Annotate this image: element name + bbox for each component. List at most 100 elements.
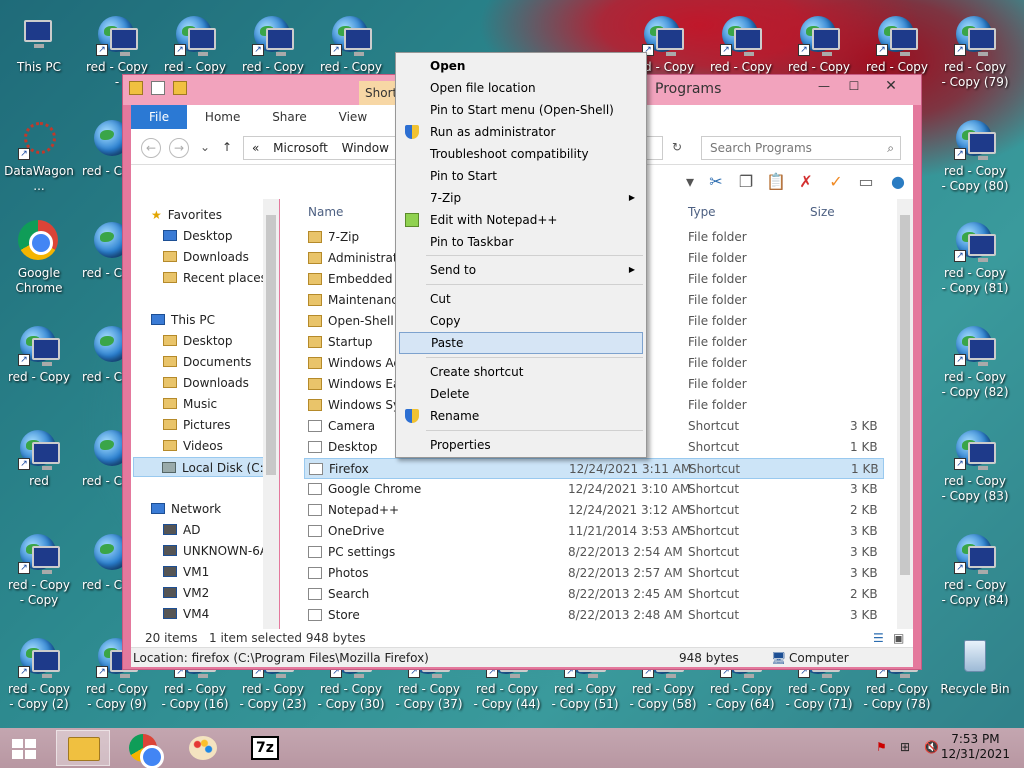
file-row[interactable]: Notepad++ 12/24/2021 3:12 AM Shortcut 2 KB (304, 500, 884, 521)
menu-edit-notepadpp[interactable]: Edit with Notepad++ (399, 209, 643, 231)
menu-run-as-admin[interactable]: Run as administrator (399, 121, 643, 143)
nav-downloads[interactable]: Downloads (163, 247, 249, 267)
paste-icon[interactable]: 📋 (765, 171, 787, 193)
tab-home[interactable]: Home (191, 105, 254, 129)
file-row[interactable]: PC settings 8/22/2013 2:54 AM Shortcut 3 KB (304, 542, 884, 563)
file-scroll-thumb[interactable] (900, 215, 910, 575)
properties-icon[interactable] (151, 81, 165, 95)
menu-paste[interactable]: Paste (399, 332, 643, 354)
address-overflow[interactable]: « (252, 141, 259, 155)
column-name[interactable]: Name (308, 205, 343, 219)
menu-send-to[interactable]: Send to ▶ (399, 259, 643, 281)
tab-view[interactable]: View (325, 105, 381, 129)
column-size[interactable]: Size (810, 205, 835, 219)
recent-dropdown-icon[interactable]: ⌄ (195, 138, 215, 158)
rename-icon[interactable]: ▭ (855, 171, 877, 193)
shortcut-tools-tab[interactable]: Short (359, 81, 399, 105)
file-scrollbar[interactable] (897, 199, 913, 629)
column-type[interactable]: Type (688, 205, 716, 219)
taskbar-7zip[interactable]: 7z (238, 730, 292, 766)
desktop-icon-google-chrome[interactable]: Google Chrome (4, 214, 74, 314)
nav-pc-downloads[interactable]: Downloads (163, 373, 249, 393)
nav-network-vm4[interactable]: VM4 (163, 604, 209, 624)
file-row[interactable]: Search 8/22/2013 2:45 AM Shortcut 2 KB (304, 584, 884, 605)
desktop-icon-red-copy-copy-80[interactable]: ↗ red - Copy - Copy (80) (940, 112, 1010, 212)
file-row[interactable]: OneDrive 11/21/2014 3:53 AM Shortcut 3 KB (304, 521, 884, 542)
menu-copy[interactable]: Copy (399, 310, 643, 332)
nav-network[interactable]: Network (151, 499, 221, 519)
nav-pc-desktop[interactable]: Desktop (163, 331, 233, 351)
menu-7zip[interactable]: 7-Zip ▶ (399, 187, 643, 209)
menu-create-shortcut[interactable]: Create shortcut (399, 361, 643, 383)
nav-documents[interactable]: Documents (163, 352, 251, 372)
start-button[interactable] (0, 730, 48, 766)
folder-icon[interactable] (129, 81, 143, 95)
taskbar-file-explorer[interactable] (56, 730, 110, 766)
desktop-icon-red-copy[interactable]: ↗ red - Copy (4, 318, 74, 418)
desktop-icon-red-copy-copy-2[interactable]: ↗ red - Copy - Copy (2) (4, 630, 74, 730)
back-arrow-icon[interactable]: ← (141, 138, 161, 158)
large-icons-view-icon[interactable]: ▣ (893, 629, 904, 647)
copy-icon[interactable]: ❐ (735, 171, 757, 193)
desktop-icon-red-copy-copy-84[interactable]: ↗ red - Copy - Copy (84) (940, 526, 1010, 626)
volume-muted-icon[interactable]: 🔇 (924, 740, 939, 754)
taskbar-chrome[interactable] (116, 730, 170, 768)
details-view-icon[interactable]: ☰ (873, 629, 884, 647)
desktop-icon-partial-c2-5[interactable]: red - C (82, 526, 122, 626)
breadcrumb-microsoft[interactable]: Microsoft (273, 141, 328, 155)
file-row[interactable]: Photos 8/22/2013 2:57 AM Shortcut 3 KB (304, 563, 884, 584)
desktop-icon-partial-c2-3[interactable]: red - C (82, 318, 122, 418)
menu-open[interactable]: Open (399, 55, 643, 77)
desktop-icon-red-copy-copy-83[interactable]: ↗ red - Copy - Copy (83) (940, 422, 1010, 522)
nav-desktop[interactable]: Desktop (163, 226, 233, 246)
flag-icon[interactable]: ⚑ (876, 740, 890, 754)
desktop-icon-recycle-bin[interactable]: Recycle Bin (940, 630, 1010, 730)
desktop-icon-partial-c2-2[interactable]: red - C (82, 214, 122, 314)
nav-network-vm1[interactable]: VM1 (163, 562, 209, 582)
close-button[interactable]: ✕ (869, 75, 913, 97)
menu-rename[interactable]: Rename (399, 405, 643, 427)
file-row[interactable]: Store 8/22/2013 2:48 AM Shortcut 3 KB (304, 605, 884, 626)
menu-open-file-location[interactable]: Open file location (399, 77, 643, 99)
nav-recent-places[interactable]: Recent places (163, 268, 267, 288)
checkmark-icon[interactable]: ✓ (825, 171, 847, 193)
delete-icon[interactable]: ✗ (795, 171, 817, 193)
desktop-icon-red-copy-copy-82[interactable]: ↗ red - Copy - Copy (82) (940, 318, 1010, 418)
nav-this-pc[interactable]: This PC (151, 310, 215, 330)
desktop-icon-red-copy-copy[interactable]: ↗ red - Copy - Copy (4, 526, 74, 626)
nav-network-ad[interactable]: AD (163, 520, 200, 540)
refresh-icon[interactable]: ↻ (667, 138, 687, 158)
desktop-icon-red[interactable]: ↗ red (4, 422, 74, 522)
nav-network-vm2[interactable]: VM2 (163, 583, 209, 603)
breadcrumb-windows[interactable]: Window (342, 141, 389, 155)
network-tray-icon[interactable]: ⊞ (900, 740, 914, 754)
file-row[interactable]: Google Chrome 12/24/2021 3:10 AM Shortcut 3… (304, 479, 884, 500)
desktop-icon-red-copy-copy-79[interactable]: ↗ red - Copy - Copy (79) (940, 8, 1010, 108)
up-arrow-icon[interactable]: ↑ (217, 138, 237, 158)
search-icon[interactable]: ⌕ (887, 137, 894, 159)
desktop-icon-this-pc[interactable]: This PC (4, 8, 74, 108)
nav-network-unknown[interactable]: UNKNOWN-6A2… (163, 541, 278, 561)
tab-file[interactable]: File (131, 105, 188, 129)
taskbar-paint[interactable] (176, 730, 230, 766)
shell-icon[interactable]: ● (887, 171, 909, 193)
nav-scrollbar[interactable] (263, 199, 279, 629)
menu-pin-to-start[interactable]: Pin to Start (399, 165, 643, 187)
nav-local-disk[interactable]: Local Disk (C:) (133, 457, 269, 477)
cut-icon[interactable]: ✂ (705, 171, 727, 193)
menu-pin-taskbar[interactable]: Pin to Taskbar (399, 231, 643, 253)
desktop-icon-partial-c2-1[interactable]: red - C (82, 112, 122, 212)
desktop-icon-datawagon[interactable]: ↗ DataWagon... (4, 112, 74, 212)
dropdown-icon[interactable]: ▾ (679, 171, 701, 193)
nav-pictures[interactable]: Pictures (163, 415, 231, 435)
minimize-button[interactable]: — (809, 75, 839, 97)
menu-cut[interactable]: Cut (399, 288, 643, 310)
nav-music[interactable]: Music (163, 394, 217, 414)
menu-troubleshoot[interactable]: Troubleshoot compatibility (399, 143, 643, 165)
maximize-button[interactable]: ☐ (839, 75, 869, 97)
nav-favorites[interactable]: ★ Favorites (151, 205, 222, 225)
file-row[interactable]: Firefox 12/24/2021 3:11 AM Shortcut 1 KB (304, 458, 884, 479)
menu-delete[interactable]: Delete (399, 383, 643, 405)
menu-pin-start-menu[interactable]: Pin to Start menu (Open-Shell) (399, 99, 643, 121)
tab-share[interactable]: Share (258, 105, 321, 129)
